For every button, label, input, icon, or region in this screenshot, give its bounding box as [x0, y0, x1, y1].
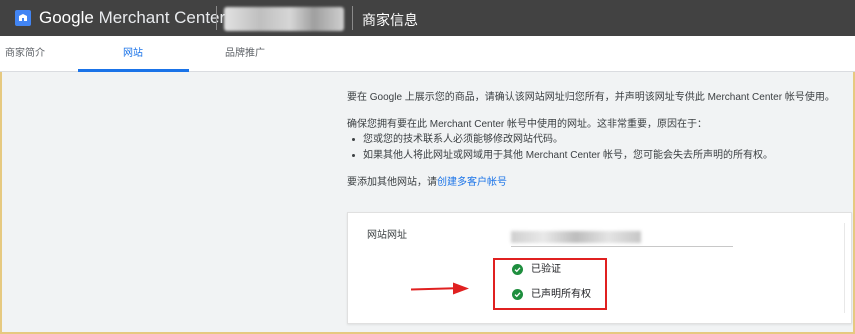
red-arrow-icon [410, 282, 471, 301]
intro-text: 要在 Google 上展示您的商品，请确认该网站网址归您所有，并声明该网址专供此… [347, 92, 835, 103]
website-url-value-redacted [511, 231, 641, 243]
list-item: 您或您的技术联系人必须能够修改网站代码。 [352, 132, 563, 147]
card-divider [844, 223, 845, 313]
bullet-icon [352, 154, 355, 157]
header-divider [352, 6, 353, 30]
tab-brand-promotion[interactable]: 品牌推广 [225, 36, 265, 72]
status-claimed-label: 已声明所有权 [531, 289, 591, 300]
product-name: Google Merchant Center [39, 8, 225, 28]
brand-google: Google [39, 8, 94, 27]
create-multi-client-account-link[interactable]: 创建多客户帐号 [437, 177, 507, 188]
list-item: 如果其他人将此网址或网域用于其他 Merchant Center 帐号，您可能会… [352, 148, 774, 163]
tab-business-profile[interactable]: 商家简介 [5, 36, 45, 72]
brand-product: Merchant Center [98, 8, 226, 27]
header-divider [216, 6, 217, 30]
page-title: 商家信息 [362, 12, 418, 28]
ownership-note: 确保您拥有要在此 Merchant Center 帐号中使用的网址。这非常重要，… [347, 119, 708, 130]
bullet-icon [352, 138, 355, 141]
status-verified-label: 已验证 [531, 264, 561, 275]
add-website-note: 要添加其他网站，请创建多客户帐号 [347, 175, 507, 190]
tab-bar: 商家简介 网站 品牌推广 [0, 36, 855, 72]
account-selector-redacted[interactable] [224, 7, 344, 31]
bullet-text: 您或您的技术联系人必须能够修改网站代码。 [363, 134, 563, 145]
active-tab-indicator [78, 69, 189, 72]
bullet-text: 如果其他人将此网址或网域用于其他 Merchant Center 帐号，您可能会… [363, 150, 774, 161]
merchant-center-logo-icon [15, 10, 31, 26]
website-url-label: 网站网址 [367, 230, 407, 241]
check-circle-icon [512, 264, 523, 275]
add-website-prefix: 要添加其他网站，请 [347, 177, 437, 188]
website-url-field-underline [511, 246, 733, 247]
tab-website[interactable]: 网站 [123, 36, 143, 72]
top-app-bar: Google Merchant Center 商家信息 [0, 0, 855, 36]
check-circle-icon [512, 289, 523, 300]
